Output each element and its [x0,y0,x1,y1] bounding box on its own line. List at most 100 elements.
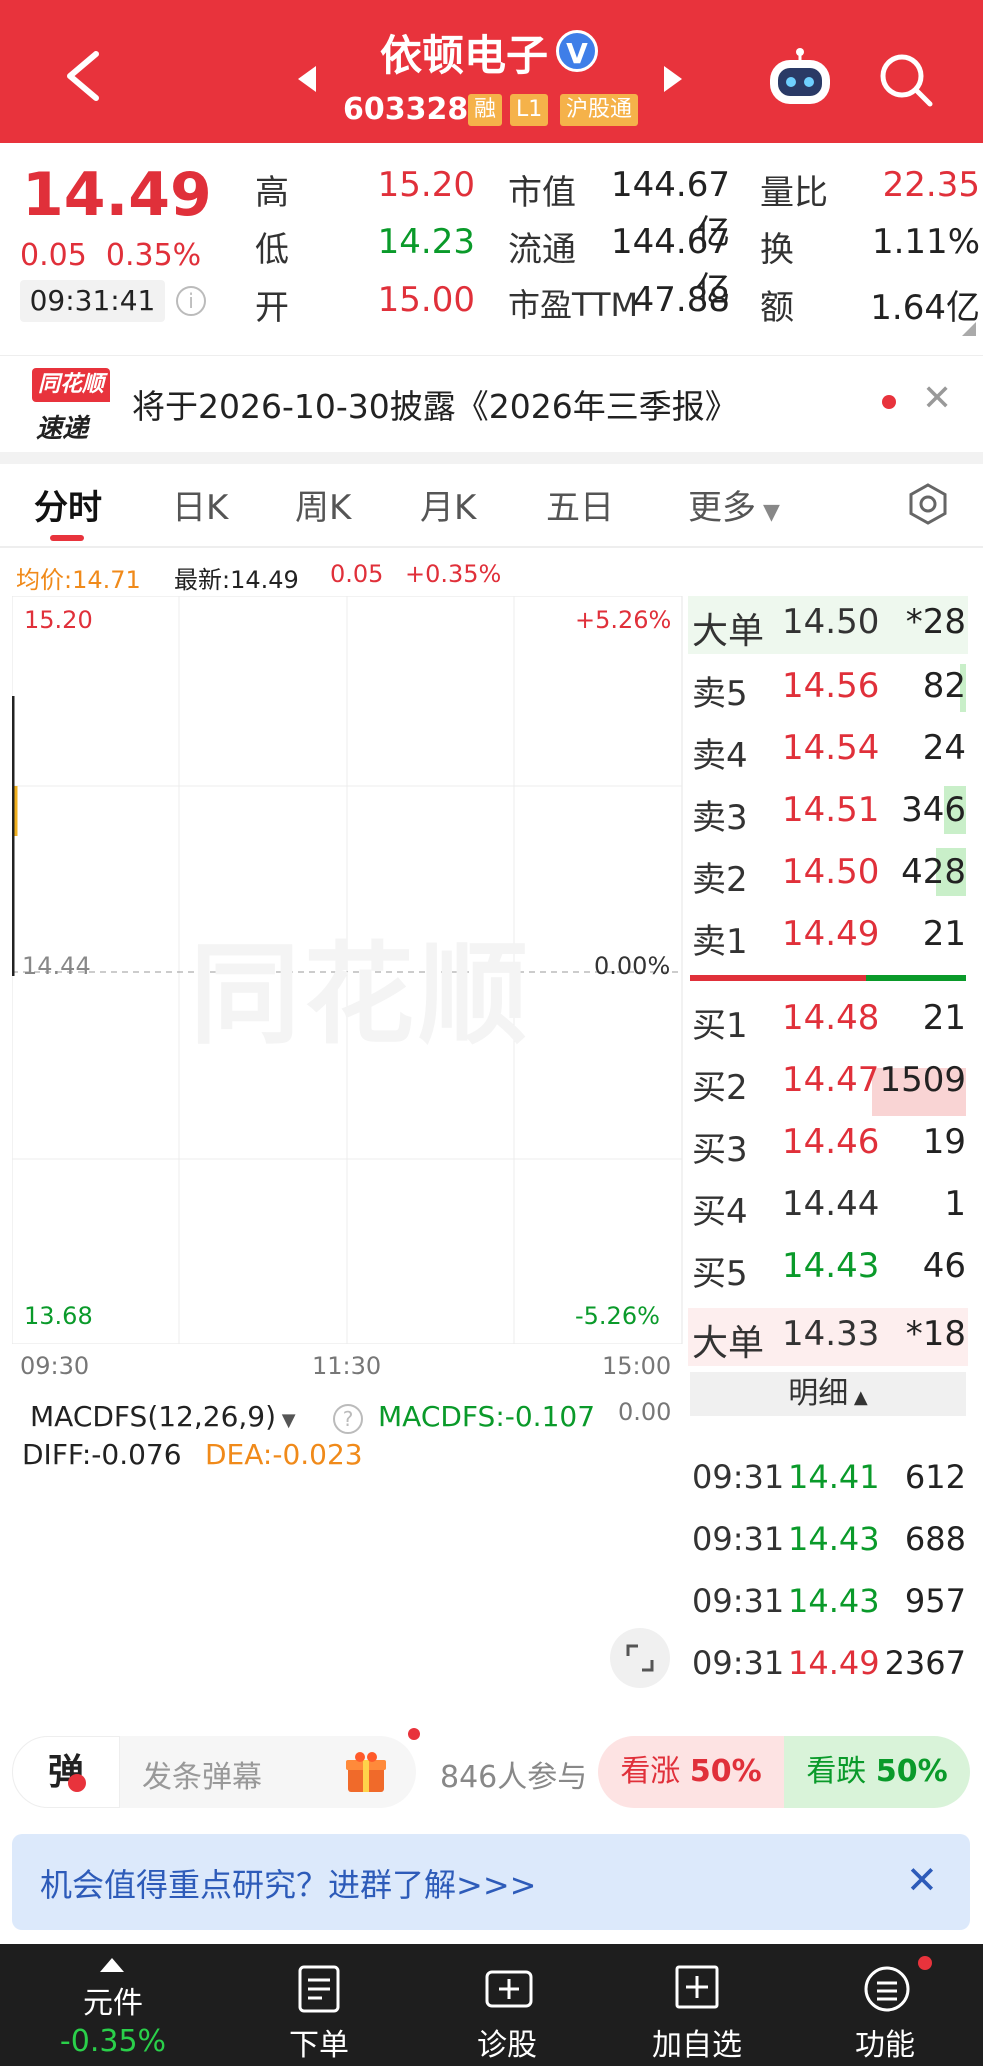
open-label: 开 [255,288,289,328]
bull-label: 看涨 [620,1754,681,1789]
bid-row[interactable]: 买5 14.43 46 [690,1236,970,1296]
ask-row[interactable]: 卖3 14.51 346 [690,780,970,840]
search-icon[interactable] [878,52,934,108]
nav-diagnose[interactable]: 诊股 [432,1944,582,2066]
bullish-vote-button[interactable]: 看涨 50% [598,1736,784,1808]
next-stock-icon[interactable] [662,64,684,94]
margin-tag: 融 [468,94,503,126]
trade-time: 09:31 [692,1520,785,1558]
ask-price: 14.54 [782,728,880,768]
news-text[interactable]: 将于2026-10-30披露《2026年三季报》 [132,380,738,428]
bid-row[interactable]: 买4 14.44 1 [690,1174,970,1234]
tab-divider [0,546,983,548]
ask-vol: 428 [901,852,966,892]
back-arrow-icon[interactable] [60,48,104,104]
danmu-input[interactable]: 发条弹幕 [142,1752,262,1796]
y-axis-top: 15.20 [24,606,93,634]
gift-icon[interactable] [342,1748,390,1796]
promo-close-icon[interactable]: ✕ [906,1858,938,1902]
pe-label: 市盈TTM [508,286,639,324]
bid-label: 买4 [692,1192,748,1232]
nav-functions-label: 功能 [855,2028,915,2063]
nav-order[interactable]: 下单 [244,1944,394,2066]
detail-toggle[interactable]: 明细 ▲ [690,1372,966,1416]
price-change-value: 0.05 [20,238,87,273]
nav-diagnose-label: 诊股 [477,2028,537,2063]
level1-tag: L1 [510,94,549,126]
ask-label: 卖4 [692,736,748,776]
trade-row: 09:31 14.43 957 [690,1572,970,1632]
participants-count: 846人参与 [440,1760,588,1795]
diff-value: DIFF:-0.076 [22,1438,182,1471]
low-value: 14.23 [377,222,475,262]
top-bar: 依顿电子 V 603328 融 L1 沪股通 [0,0,983,143]
tab-daily-k[interactable]: 日K [172,480,228,529]
ask-row[interactable]: 卖4 14.54 24 [690,718,970,778]
nav-add-watchlist[interactable]: 加自选 [622,1944,772,2066]
menu-circle-icon [864,1966,910,2012]
bid-price: 14.48 [782,998,880,1038]
macd-selector[interactable]: MACDFS(12,26,9) ▼ [30,1400,296,1433]
tab-monthly-k[interactable]: 月K [420,480,476,529]
nav-add-watchlist-label: 加自选 [652,2028,742,2063]
help-icon[interactable]: ? [333,1404,363,1434]
expand-corner-icon[interactable] [962,322,976,336]
high-label: 高 [255,173,289,213]
trade-price: 14.49 [788,1644,880,1682]
shanghai-connect-tag: 沪股通 [560,94,639,126]
settings-hexagon-icon[interactable] [906,482,950,526]
bid-label: 买5 [692,1254,748,1294]
trade-time: 09:31 [692,1582,785,1620]
notify-dot [408,1728,420,1740]
danmu-toggle-icon[interactable]: 弹 [12,1736,120,1808]
tab-five-day[interactable]: 五日 [546,480,614,529]
prev-stock-icon[interactable] [296,64,318,94]
trade-vol: 688 [904,1520,966,1558]
ask-label: 卖2 [692,860,748,900]
open-value: 15.00 [377,280,475,320]
low-label: 低 [255,230,289,270]
fullscreen-icon[interactable] [610,1628,670,1688]
quote-time: 09:31:41 [20,280,165,322]
pct-axis-mid: 0.00% [594,952,671,980]
y-axis-bottom: 13.68 [24,1302,93,1330]
caret-up-icon: ▲ [848,1387,868,1408]
pe-value: 47.88 [632,280,730,320]
ask-row[interactable]: 卖1 14.49 21 [690,904,970,964]
nav-functions[interactable]: 功能 [810,1944,960,2066]
bid-label: 买1 [692,1006,748,1046]
macd-title: MACDFS(12,26,9) [30,1400,277,1433]
bid-row[interactable]: 买2 14.47 1509 [690,1050,970,1110]
promo-text[interactable]: 机会值得重点研究？进群了解>>> [40,1860,640,1906]
current-price: 14.49 [22,160,212,230]
add-square-icon [675,1965,719,2009]
latest-change: 0.05 [330,560,384,588]
ask-price: 14.51 [782,790,880,830]
volume-ratio-label: 量比 [760,173,828,213]
pct-axis-bottom: -5.26% [575,1302,660,1330]
ask-label: 卖5 [692,674,748,714]
amount-value: 1.64亿 [870,288,980,328]
news-close-icon[interactable]: ✕ [922,378,952,419]
bid-row[interactable]: 买3 14.46 19 [690,1112,970,1172]
bid-row[interactable]: 买1 14.48 21 [690,988,970,1048]
tab-weekly-k[interactable]: 周K [295,480,351,529]
nav-stock[interactable]: 元件 -0.35% [38,1944,188,2066]
tab-more-label: 更多 [688,488,756,528]
tab-intraday[interactable]: 分时 [34,480,102,529]
bid-price: 14.43 [782,1246,880,1286]
info-icon[interactable]: i [176,286,206,316]
verified-badge-icon: V [556,30,598,72]
bearish-vote-button[interactable]: 看跌 50% [784,1736,970,1808]
bid-label: 买2 [692,1068,748,1108]
big-buy-label: 大单 [692,1323,765,1364]
tab-more[interactable]: 更多 ▼ [688,480,780,529]
avg-price-label: 均价:14.71 [16,566,141,594]
ask-row[interactable]: 卖2 14.50 428 [690,842,970,902]
market-cap-label: 市值 [508,173,576,213]
ask-row[interactable]: 卖5 14.56 82 [690,656,970,716]
ask-price: 14.50 [782,852,880,892]
big-buy-price: 14.33 [782,1314,880,1354]
robot-assistant-icon[interactable] [764,48,836,108]
active-tab-indicator [50,535,84,541]
